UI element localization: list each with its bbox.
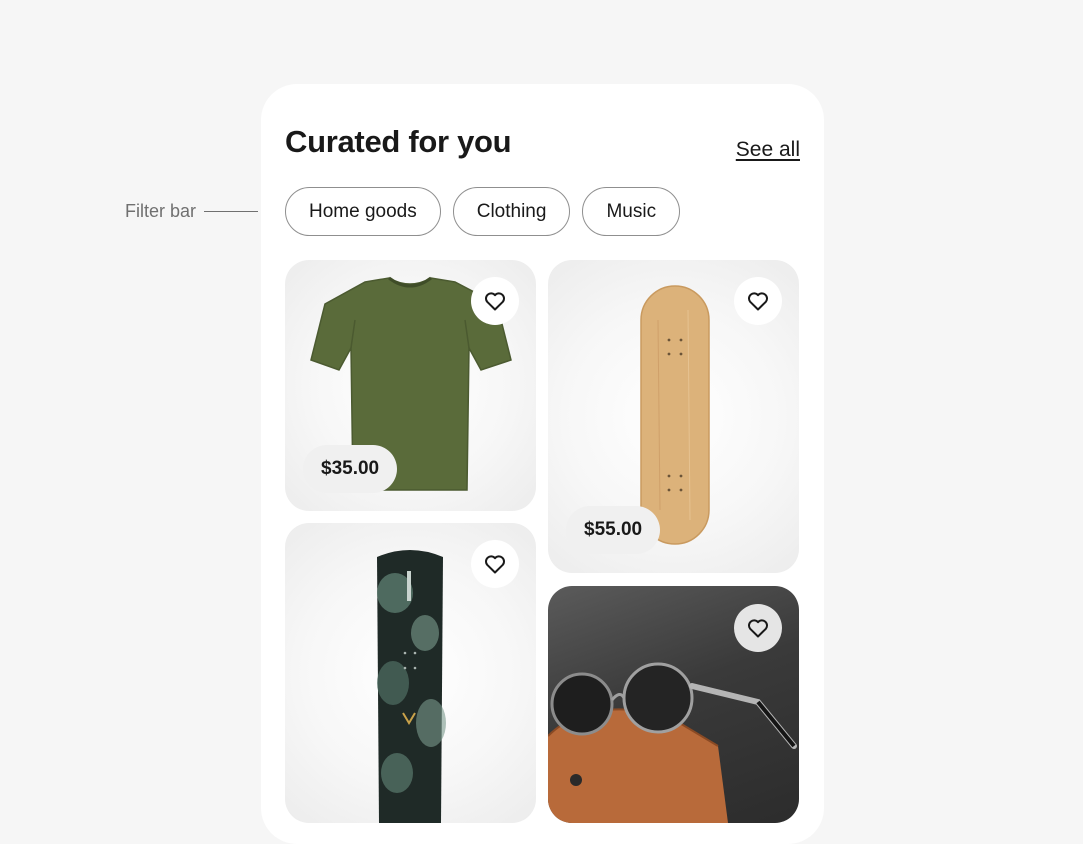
product-tile-sunglasses[interactable]: [548, 586, 799, 823]
section-title: Curated for you: [285, 124, 512, 159]
annotation-leader-line: [204, 211, 259, 212]
see-all-link[interactable]: See all: [736, 138, 800, 162]
filter-chip-home-goods[interactable]: Home goods: [285, 187, 441, 236]
filter-bar: Home goods Clothing Music: [285, 187, 681, 236]
filter-chip-music[interactable]: Music: [582, 187, 681, 236]
favorite-button[interactable]: [734, 604, 782, 652]
filter-chip-clothing[interactable]: Clothing: [452, 187, 571, 236]
annotation-label: Filter bar: [125, 201, 197, 221]
heart-icon: [748, 619, 768, 638]
product-tile-tshirt[interactable]: $35.00: [285, 260, 536, 511]
curated-card: Curated for you See all Home goods Cloth…: [261, 84, 824, 844]
price-badge: $35.00: [303, 445, 398, 493]
favorite-button[interactable]: [471, 540, 519, 588]
filter-bar-annotation: Filter bar: [125, 201, 259, 222]
card-header: Curated for you See all: [285, 124, 800, 162]
product-tile-snowboard[interactable]: [285, 523, 536, 823]
favorite-button[interactable]: [471, 277, 519, 325]
heart-icon: [485, 292, 505, 311]
heart-icon: [748, 292, 768, 311]
product-tile-skateboard[interactable]: $55.00: [548, 260, 799, 573]
price-badge: $55.00: [566, 506, 661, 554]
heart-icon: [485, 555, 505, 574]
favorite-button[interactable]: [734, 277, 782, 325]
